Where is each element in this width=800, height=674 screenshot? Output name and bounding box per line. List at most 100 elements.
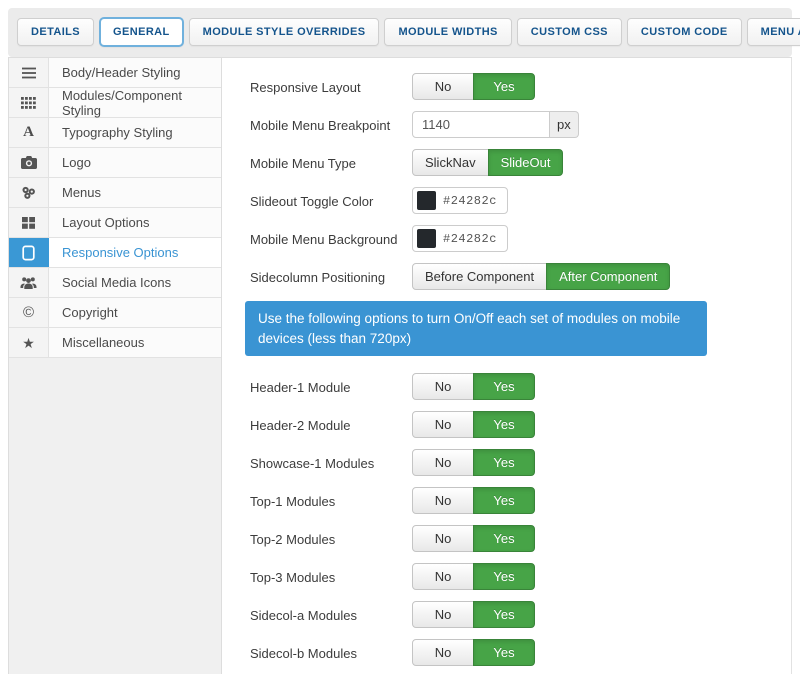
yes-button[interactable]: Yes (473, 373, 535, 400)
slideout-toggle-color-picker[interactable]: #24282c (412, 187, 508, 214)
grid-dots-icon (9, 88, 49, 117)
star-icon: ★ (9, 328, 49, 357)
no-button[interactable]: No (412, 525, 474, 552)
responsive-layout-toggle: NoYes (412, 73, 535, 100)
sidebar-item-label: Social Media Icons (49, 268, 221, 297)
field-label: Mobile Menu Background (250, 225, 412, 247)
tab-menu-assignment[interactable]: MENU ASSIGNMENT (747, 18, 800, 46)
field-label: Top-1 Modules (250, 487, 412, 509)
color-swatch (417, 229, 436, 248)
star-icon: ★ (22, 336, 35, 350)
tab-details[interactable]: DETAILS (17, 18, 94, 46)
settings-panel: Body/Header StylingModules/Component Sty… (8, 57, 792, 674)
sidecol-b-modules-toggle: NoYes (412, 639, 535, 666)
tab-bar: DETAILSGENERALMODULE STYLE OVERRIDESMODU… (8, 8, 792, 57)
menus-cluster-icon (9, 178, 49, 207)
form-row-mobile-menu-type: Mobile Menu TypeSlickNavSlideOut (250, 149, 791, 176)
slicknav-button[interactable]: SlickNav (412, 149, 489, 176)
sidebar-item-layout-options[interactable]: Layout Options (9, 208, 221, 238)
form-row-sidecol-b-modules: Sidecol-b ModulesNoYes (250, 639, 791, 666)
form-row-header-1-module: Header-1 ModuleNoYes (250, 373, 791, 400)
header-1-module-toggle: NoYes (412, 373, 535, 400)
sidebar-item-responsive-options[interactable]: Responsive Options (9, 238, 221, 268)
form-content: Responsive LayoutNoYesMobile Menu Breakp… (222, 58, 792, 674)
form-row-sidecol-a-modules: Sidecol-a ModulesNoYes (250, 601, 791, 628)
sidebar-item-label: Modules/Component Styling (49, 88, 221, 117)
field-label: Responsive Layout (250, 73, 412, 95)
sidebar-item-label: Logo (49, 148, 221, 177)
field-label: Top-2 Modules (250, 525, 412, 547)
no-button[interactable]: No (412, 563, 474, 590)
no-button[interactable]: No (412, 639, 474, 666)
sidebar-item-social-media-icons[interactable]: Social Media Icons (9, 268, 221, 298)
field-label: Header-2 Module (250, 411, 412, 433)
showcase-1-modules-toggle: NoYes (412, 449, 535, 476)
sidebar: Body/Header StylingModules/Component Sty… (8, 58, 222, 674)
form-row-sidecolumn-positioning: Sidecolumn PositioningBefore ComponentAf… (250, 263, 791, 290)
before-component-button[interactable]: Before Component (412, 263, 547, 290)
color-value: #24282c (443, 232, 497, 246)
form-row-top-2-modules: Top-2 ModulesNoYes (250, 525, 791, 552)
sidebar-item-menus[interactable]: Menus (9, 178, 221, 208)
field-label: Mobile Menu Type (250, 149, 412, 171)
sidebar-item-logo[interactable]: Logo (9, 148, 221, 178)
sidebar-item-label: Menus (49, 178, 221, 207)
sidebar-item-typography-styling[interactable]: ATypography Styling (9, 118, 221, 148)
field-label: Sidecolumn Positioning (250, 263, 412, 285)
sidebar-item-modules-component-styling[interactable]: Modules/Component Styling (9, 88, 221, 118)
sidecol-a-modules-toggle: NoYes (412, 601, 535, 628)
hamburger-icon (9, 58, 49, 87)
sidebar-item-label: Miscellaneous (49, 328, 221, 357)
yes-button[interactable]: Yes (473, 563, 535, 590)
yes-button[interactable]: Yes (473, 525, 535, 552)
form-row-slideout-toggle-color: Slideout Toggle Color #24282c (250, 187, 791, 214)
sidebar-item-label: Body/Header Styling (49, 58, 221, 87)
typography-icon: A (23, 125, 34, 140)
top-1-modules-toggle: NoYes (412, 487, 535, 514)
tab-custom-code[interactable]: CUSTOM CODE (627, 18, 742, 46)
no-button[interactable]: No (412, 601, 474, 628)
form-row-responsive-layout: Responsive LayoutNoYes (250, 73, 791, 100)
tab-module-widths[interactable]: MODULE WIDTHS (384, 18, 511, 46)
color-swatch (417, 191, 436, 210)
slideout-button[interactable]: SlideOut (488, 149, 564, 176)
typography-icon: A (9, 118, 49, 147)
mobile-icon (9, 238, 49, 267)
sidebar-item-miscellaneous[interactable]: ★ Miscellaneous (9, 328, 221, 358)
yes-button[interactable]: Yes (473, 601, 535, 628)
field-label: Sidecol-a Modules (250, 601, 412, 623)
tab-custom-css[interactable]: CUSTOM CSS (517, 18, 622, 46)
mobile-menu-background-picker[interactable]: #24282c (412, 225, 508, 252)
mobile-menu-type-toggle: SlickNavSlideOut (412, 149, 563, 176)
camera-icon (9, 148, 49, 177)
no-button[interactable]: No (412, 449, 474, 476)
mobile-menu-breakpoint-input[interactable] (412, 111, 550, 138)
header-2-module-toggle: NoYes (412, 411, 535, 438)
no-button[interactable]: No (412, 73, 474, 100)
form-row-top-1-modules: Top-1 ModulesNoYes (250, 487, 791, 514)
yes-button[interactable]: Yes (473, 639, 535, 666)
copyright-icon: © (23, 305, 34, 320)
yes-button[interactable]: Yes (473, 449, 535, 476)
yes-button[interactable]: Yes (473, 411, 535, 438)
mobile-menu-breakpoint-input-group: px (412, 111, 579, 138)
field-label: Slideout Toggle Color (250, 187, 412, 209)
sidebar-item-copyright[interactable]: ©Copyright (9, 298, 221, 328)
copyright-icon: © (9, 298, 49, 327)
sidebar-item-label: Responsive Options (49, 238, 221, 267)
after-component-button[interactable]: After Component (546, 263, 670, 290)
tab-general[interactable]: GENERAL (99, 17, 184, 47)
sidebar-item-body-header-styling[interactable]: Body/Header Styling (9, 58, 221, 88)
no-button[interactable]: No (412, 487, 474, 514)
form-row-mobile-menu-background: Mobile Menu Background #24282c (250, 225, 791, 252)
top-2-modules-toggle: NoYes (412, 525, 535, 552)
yes-button[interactable]: Yes (473, 487, 535, 514)
color-value: #24282c (443, 194, 497, 208)
tab-module-style-overrides[interactable]: MODULE STYLE OVERRIDES (189, 18, 380, 46)
field-label: Showcase-1 Modules (250, 449, 412, 471)
sidebar-item-label: Layout Options (49, 208, 221, 237)
no-button[interactable]: No (412, 411, 474, 438)
field-label: Sidecol-b Modules (250, 639, 412, 661)
yes-button[interactable]: Yes (473, 73, 535, 100)
no-button[interactable]: No (412, 373, 474, 400)
